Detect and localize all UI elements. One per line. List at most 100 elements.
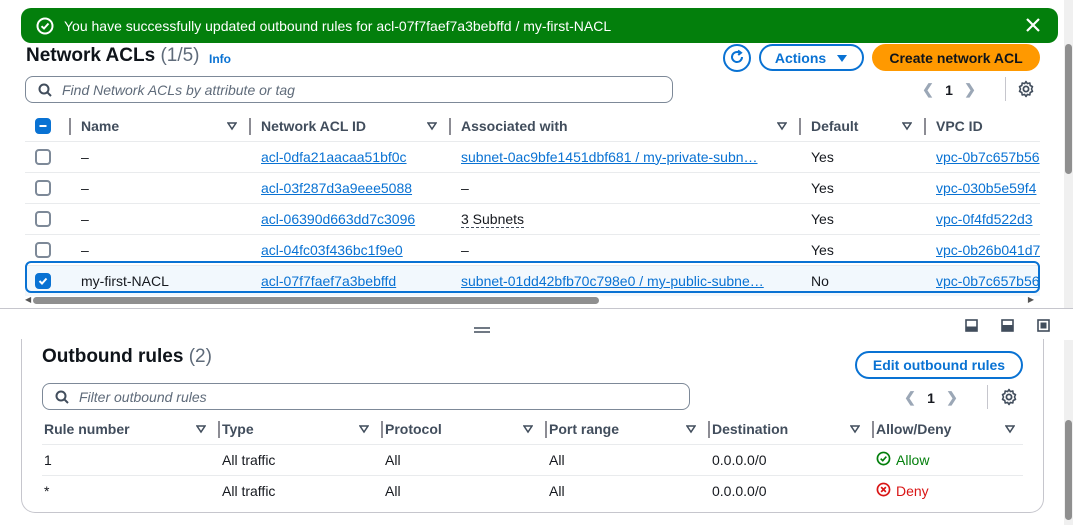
table-row[interactable]: – acl-0dfa21aacaa51bf0c subnet-0ac9bfe14… — [25, 140, 1040, 172]
column-header-vpc-id[interactable]: VPC ID — [926, 111, 1040, 141]
cell-port-range: All — [547, 474, 710, 506]
table-horizontal-scrollbar[interactable]: ◀ ▶ — [25, 294, 1040, 306]
acl-id-link[interactable]: acl-03f287d3a9eee5088 — [261, 180, 412, 196]
row-checkbox[interactable] — [35, 211, 51, 228]
panel-bottom-view-icon[interactable] — [965, 319, 978, 332]
cell-associated: – — [451, 171, 801, 203]
column-header-associated[interactable]: Associated with — [451, 111, 801, 141]
sort-icon — [359, 425, 369, 434]
flash-message: You have successfully updated outbound r… — [64, 17, 612, 34]
sort-icon — [850, 425, 860, 434]
selection-count: (1/5) — [160, 45, 200, 66]
current-page[interactable]: 1 — [920, 390, 942, 406]
column-header-destination[interactable]: Destination — [710, 414, 874, 444]
acl-search-input[interactable]: Find Network ACLs by attribute or tag — [25, 76, 673, 103]
cell-allow-deny: Deny — [874, 474, 1023, 506]
column-header-label: Protocol — [385, 420, 442, 437]
drag-handle-icon[interactable] — [473, 321, 491, 333]
row-checkbox[interactable] — [35, 149, 51, 166]
column-header-rule-number[interactable]: Rule number — [42, 414, 220, 444]
associated-link[interactable]: subnet-0ac9bfe1451dbf681 / my-private-su… — [461, 149, 758, 165]
caret-down-icon — [836, 50, 848, 66]
cell-name: – — [71, 171, 251, 203]
scrollbar-thumb[interactable] — [1065, 420, 1072, 520]
pager-divider — [1005, 77, 1006, 101]
edit-outbound-rules-button[interactable]: Edit outbound rules — [855, 351, 1023, 379]
vpc-id-link[interactable]: vpc-0f4fd522d3 — [936, 211, 1033, 227]
next-page-icon[interactable]: ❯ — [960, 81, 980, 98]
column-header-label: Type — [222, 420, 254, 437]
row-checkbox-checked[interactable] — [35, 273, 51, 290]
search-placeholder: Find Network ACLs by attribute or tag — [62, 81, 295, 98]
column-header-protocol[interactable]: Protocol — [383, 414, 547, 444]
vpc-id-link[interactable]: vpc-0b26b041d7 — [936, 242, 1040, 258]
gear-icon[interactable] — [1017, 80, 1035, 98]
gear-icon[interactable] — [1000, 388, 1018, 406]
column-header-acl-id[interactable]: Network ACL ID — [251, 111, 451, 141]
cell-port-range: All — [547, 443, 710, 475]
scroll-left-icon[interactable]: ◀ — [25, 295, 31, 304]
refresh-icon — [729, 49, 745, 68]
panel-full-view-icon[interactable] — [1037, 319, 1050, 332]
cell-rule-number: * — [42, 474, 220, 506]
prev-page-icon[interactable]: ❮ — [900, 389, 920, 406]
cell-default: Yes — [801, 140, 926, 172]
outbound-rules-title: Outbound rules (2) — [42, 346, 212, 368]
vpc-id-link[interactable]: vpc-030b5e59f4 — [936, 180, 1036, 196]
current-page[interactable]: 1 — [938, 82, 960, 98]
column-header-allow-deny[interactable]: Allow/Deny — [874, 414, 1023, 444]
bottom-panel-vertical-scrollbar[interactable] — [1064, 340, 1073, 525]
next-page-icon[interactable]: ❯ — [942, 389, 962, 406]
sort-icon — [1005, 425, 1015, 434]
cell-default: No — [801, 264, 926, 296]
cell-protocol: All — [383, 443, 547, 475]
cell-default: Yes — [801, 233, 926, 265]
associated-link[interactable]: subnet-01dd42bfb70c798e0 / my-public-sub… — [461, 273, 764, 289]
row-checkbox[interactable] — [35, 242, 51, 259]
search-icon — [38, 83, 52, 97]
panel-side-view-icon[interactable] — [1001, 319, 1014, 332]
outbound-pagination: ❮ 1 ❯ — [900, 389, 962, 406]
acl-id-link[interactable]: acl-07f7faef7a3bebffd — [261, 273, 396, 289]
deny-status: Deny — [876, 482, 929, 500]
table-row[interactable]: – acl-03f287d3a9eee5088 – Yes vpc-030b5e… — [25, 171, 1040, 203]
outbound-filter-input[interactable]: Filter outbound rules — [42, 383, 690, 410]
cell-destination: 0.0.0.0/0 — [710, 474, 874, 506]
row-checkbox[interactable] — [35, 180, 51, 197]
column-header-label: Allow/Deny — [876, 420, 952, 437]
vpc-id-link[interactable]: vpc-0b7c657b56 — [936, 149, 1040, 165]
info-link[interactable]: Info — [209, 52, 231, 66]
scroll-right-icon[interactable]: ▶ — [1028, 295, 1034, 304]
create-network-acl-button[interactable]: Create network ACL — [872, 44, 1040, 71]
sort-icon — [902, 122, 912, 131]
refresh-button[interactable] — [723, 44, 751, 72]
column-header-type[interactable]: Type — [220, 414, 383, 444]
outbound-rules-count: (2) — [188, 346, 212, 367]
select-all-checkbox[interactable] — [35, 118, 51, 135]
vpc-id-link[interactable]: vpc-0b7c657b56 — [936, 273, 1040, 289]
table-row[interactable]: – acl-04fc03f436bc1f9e0 – Yes vpc-0b26b0… — [25, 233, 1040, 265]
table-row-selected[interactable]: my-first-NACL acl-07f7faef7a3bebffd subn… — [25, 264, 1040, 296]
prev-page-icon[interactable]: ❮ — [918, 81, 938, 98]
column-header-default[interactable]: Default — [801, 111, 926, 141]
pager-divider — [987, 385, 988, 409]
x-circle-icon — [876, 482, 891, 500]
scrollbar-thumb[interactable] — [33, 297, 599, 304]
acl-id-link[interactable]: acl-0dfa21aacaa51bf0c — [261, 149, 407, 165]
close-icon[interactable] — [1024, 16, 1042, 34]
column-header-port-range[interactable]: Port range — [547, 414, 710, 444]
actions-dropdown-button[interactable]: Actions — [759, 44, 864, 71]
success-flash-banner: You have successfully updated outbound r… — [21, 8, 1058, 43]
subnets-popover-trigger[interactable]: 3 Subnets — [461, 210, 525, 228]
acl-pagination: ❮ 1 ❯ — [918, 81, 980, 98]
cell-name: my-first-NACL — [71, 264, 251, 296]
deny-label: Deny — [896, 482, 929, 499]
top-panel-vertical-scrollbar[interactable] — [1064, 0, 1073, 308]
acl-id-link[interactable]: acl-04fc03f436bc1f9e0 — [261, 242, 403, 258]
scrollbar-thumb[interactable] — [1065, 44, 1072, 174]
cell-name: – — [71, 233, 251, 265]
column-header-name[interactable]: Name — [71, 111, 251, 141]
table-row[interactable]: – acl-06390d663dd7c3096 3 Subnets Yes vp… — [25, 202, 1040, 234]
acl-id-link[interactable]: acl-06390d663dd7c3096 — [261, 211, 415, 227]
column-header-label: Port range — [549, 420, 620, 437]
